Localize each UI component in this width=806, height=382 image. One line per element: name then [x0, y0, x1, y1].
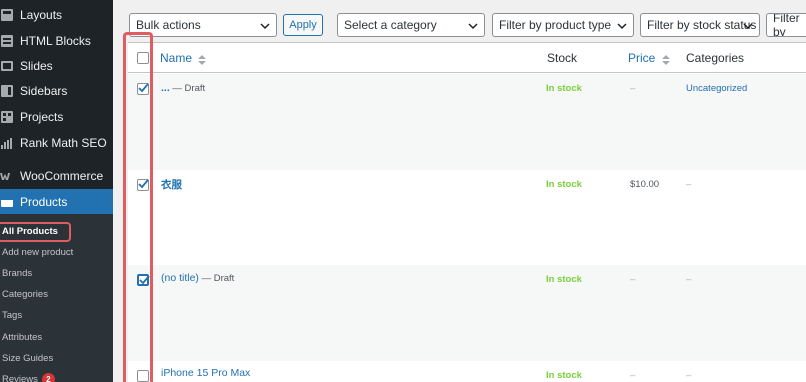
menu-item-layouts[interactable]: Layouts	[0, 2, 113, 28]
product-name-link[interactable]: 衣服	[161, 179, 182, 191]
price-value: –	[630, 274, 636, 285]
menu-item-slides[interactable]: Slides	[0, 53, 113, 79]
extra-filter-select[interactable]: Filter by	[766, 13, 806, 37]
menu-item-projects[interactable]: Projects	[0, 104, 113, 130]
price-value: $10.00	[630, 179, 660, 190]
menu-label: Sidebars	[20, 84, 68, 98]
menu-label: Products	[20, 194, 68, 209]
menu-label: Layouts	[20, 8, 63, 22]
menu-item-rank-math[interactable]: Rank Math SEO	[0, 130, 113, 156]
price-value: –	[630, 370, 636, 381]
submenu-attributes[interactable]: Attributes	[2, 329, 42, 345]
rank-math-icon	[0, 136, 14, 150]
product-name-cell: (no title) — Draft	[161, 272, 234, 284]
admin-sidebar: Layouts HTML Blocks Slides Sidebars Proj…	[0, 0, 113, 382]
stock-status: In stock	[546, 370, 582, 381]
chevron-down-icon	[260, 20, 270, 30]
column-header-price-label: Price	[628, 51, 656, 65]
stock-status-filter-select[interactable]: Filter by stock status	[640, 13, 760, 37]
sort-icon	[198, 54, 207, 65]
main-content: Bulk actions Apply Select a category Fil…	[113, 0, 806, 382]
column-header-name[interactable]: Name	[160, 51, 207, 65]
chevron-down-icon	[468, 20, 478, 30]
menu-item-woocommerce[interactable]: WooCommerce	[0, 163, 113, 189]
submenu-reviews[interactable]: Reviews 2	[2, 371, 55, 382]
apply-button[interactable]: Apply	[283, 14, 323, 36]
product-type-filter-value: Filter by product type	[499, 18, 612, 32]
layouts-icon	[0, 8, 14, 22]
submenu-add-new-product[interactable]: Add new product	[2, 244, 73, 260]
column-header-categories: Categories	[686, 51, 745, 65]
product-name-link[interactable]: ...	[161, 82, 170, 94]
html-blocks-icon	[0, 34, 14, 48]
table-header: Name Stock Price Categories	[128, 43, 806, 73]
table-row: 衣服 In stock $10.00 –	[128, 170, 806, 265]
column-header-stock: Stock	[547, 51, 578, 65]
product-name-link[interactable]: iPhone 15 Pro Max	[161, 367, 250, 379]
bulk-actions-value: Bulk actions	[136, 18, 201, 32]
category-filter-value: Select a category	[344, 18, 437, 32]
submenu-label: Reviews	[2, 373, 38, 382]
stock-status-filter-value: Filter by stock status	[647, 18, 757, 32]
category-value: –	[686, 179, 692, 190]
submenu-size-guides[interactable]: Size Guides	[2, 350, 53, 366]
submenu-categories[interactable]: Categories	[2, 286, 48, 302]
product-type-filter-select[interactable]: Filter by product type	[492, 13, 634, 37]
product-name-link[interactable]: (no title)	[161, 272, 199, 284]
chevron-down-icon	[617, 20, 627, 30]
projects-icon	[0, 110, 14, 124]
product-name-cell: iPhone 15 Pro Max	[161, 367, 250, 379]
submenu-brands[interactable]: Brands	[2, 265, 32, 281]
sidebars-icon	[0, 84, 14, 98]
menu-item-products[interactable]: Products	[0, 189, 113, 214]
product-name-cell: 衣服	[161, 177, 182, 192]
product-state: — Draft	[169, 83, 206, 94]
stock-status: In stock	[546, 83, 582, 94]
table-row: iPhone 15 Pro Max In stock – –	[128, 361, 806, 382]
stock-status: In stock	[546, 274, 582, 285]
reviews-count-badge: 2	[41, 372, 55, 382]
product-name-cell: ... — Draft	[161, 82, 205, 94]
products-table: Name Stock Price Categories ... — Draft …	[128, 42, 806, 382]
products-icon	[0, 195, 14, 209]
category-value: –	[686, 370, 692, 381]
menu-label: Slides	[20, 59, 53, 73]
sort-icon	[661, 54, 670, 65]
menu-item-sidebars[interactable]: Sidebars	[0, 78, 113, 104]
menu-label: Projects	[20, 110, 64, 124]
product-state: — Draft	[198, 273, 235, 284]
filters-toolbar: Bulk actions Apply Select a category Fil…	[113, 0, 806, 42]
chevron-down-icon	[743, 20, 753, 30]
submenu-tags[interactable]: Tags	[2, 307, 22, 323]
extra-filter-value: Filter by	[773, 13, 800, 37]
menu-label: HTML Blocks	[20, 34, 91, 48]
menu-item-html-blocks[interactable]: HTML Blocks	[0, 28, 113, 54]
menu-label: Rank Math SEO	[20, 136, 107, 150]
table-row: (no title) — Draft In stock – –	[128, 265, 806, 361]
price-value: –	[630, 83, 636, 94]
all-products-highlight	[0, 222, 71, 242]
column-header-name-label: Name	[160, 51, 193, 65]
woocommerce-icon	[0, 169, 14, 183]
category-filter-select[interactable]: Select a category	[337, 13, 485, 37]
column-header-price[interactable]: Price	[628, 51, 670, 65]
category-value: –	[686, 274, 692, 285]
table-row: ... — Draft In stock – Uncategorized	[128, 74, 806, 170]
menu-label: WooCommerce	[20, 169, 104, 183]
slides-icon	[0, 59, 14, 73]
category-link[interactable]: Uncategorized	[686, 83, 747, 94]
stock-status: In stock	[546, 179, 582, 190]
checkbox-column-highlight	[123, 32, 153, 382]
